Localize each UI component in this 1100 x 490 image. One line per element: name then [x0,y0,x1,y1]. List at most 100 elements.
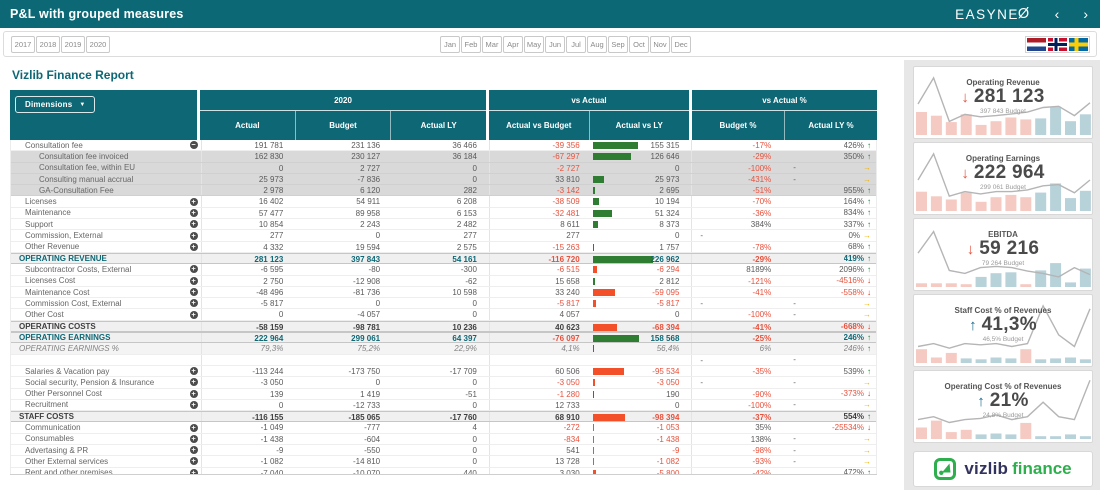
row-label-cell[interactable]: Consulting manual accrual [11,174,201,184]
expand-icon[interactable]: + [189,220,198,229]
actual-ly-pct-value: - [793,355,796,365]
row-label-cell[interactable]: OPERATING COSTS [11,322,201,331]
expand-icon[interactable]: + [189,276,198,285]
row-label-cell[interactable]: Licenses Cost + [11,276,201,286]
row-label-cell[interactable]: Consultation fee invoiced [11,151,201,161]
row-label-cell[interactable] [11,355,201,365]
column-header[interactable]: Actual vs LY [590,111,690,140]
expand-icon[interactable]: + [189,378,198,387]
row-label-cell[interactable]: Other Revenue + [11,242,201,252]
budget-cell: -185 065 [348,413,381,422]
month-button-feb[interactable]: Feb [461,36,481,53]
month-button-apr[interactable]: Apr [503,36,523,53]
month-button-jul[interactable]: Jul [566,36,586,53]
expand-icon[interactable]: + [189,468,198,474]
row-label-cell[interactable]: OPERATING REVENUE [11,254,201,263]
expand-icon[interactable]: + [189,231,198,240]
row-label-cell[interactable]: Maintenance Cost + [11,287,201,297]
actual-ly-pct-value: 2096% [839,264,864,274]
kpi-budget-subtitle: 397 843 Budget [980,108,1026,115]
expand-icon[interactable]: + [189,197,198,206]
month-button-aug[interactable]: Aug [587,36,607,53]
expand-icon[interactable]: + [189,457,198,466]
expand-icon[interactable]: + [189,389,198,398]
month-button-jan[interactable]: Jan [440,36,460,53]
budget-pct-cell: -431% [691,173,783,185]
month-button-oct[interactable]: Oct [629,36,649,53]
row-label-cell[interactable]: OPERATING EARNINGS % [11,343,201,353]
nl-flag-icon[interactable] [1027,38,1046,51]
budget-pct-cell: 138% [691,433,783,445]
expand-icon[interactable]: + [189,208,198,217]
row-label-cell[interactable]: Social security, Pension & Insurance + [11,377,201,387]
row-label-cell[interactable]: Other External services + [11,456,201,466]
kpi-card-3[interactable]: EBITDA ↓ 59 216 79 264 Budget [913,218,1093,291]
row-label-cell[interactable]: Rent and other premises + [11,468,201,474]
year-button-2018[interactable]: 2018 [36,36,60,53]
column-header[interactable]: Actual LY % [785,111,877,140]
month-button-mar[interactable]: Mar [482,36,502,53]
month-button-may[interactable]: May [524,36,544,53]
expand-icon[interactable]: + [189,367,198,376]
no-flag-icon[interactable] [1048,38,1067,51]
year-button-2020[interactable]: 2020 [86,36,110,53]
negative-bar [592,469,597,474]
actual-vs-ly-cell: 51 324 [592,208,692,218]
expand-icon[interactable]: + [189,400,198,409]
expand-icon[interactable]: + [189,299,198,308]
row-label-cell[interactable]: Other Cost + [11,309,201,319]
row-label-cell[interactable]: Commission, External + [11,230,201,240]
expand-icon[interactable]: + [189,423,198,432]
actual-vs-budget-cell: -67 297 [488,151,592,162]
row-label-cell[interactable]: Licenses + [11,196,201,206]
kpi-card-1[interactable]: Operating Revenue ↓ 281 123 397 843 Budget [913,66,1093,139]
row-label-cell[interactable]: GA-Consultation Fee [11,185,201,195]
row-label-cell[interactable]: Support + [11,219,201,229]
expand-icon[interactable]: + [189,446,198,455]
year-button-2019[interactable]: 2019 [61,36,85,53]
row-label-cell[interactable]: Salaries & Vacation pay + [11,366,201,376]
column-header[interactable]: Budget % [692,111,785,140]
expand-icon[interactable]: + [189,242,198,251]
month-button-sep[interactable]: Sep [608,36,628,53]
row-label-cell[interactable]: Commission Cost, External + [11,298,201,308]
se-flag-icon[interactable] [1069,38,1088,51]
actual-cell: 25 973 [200,173,296,185]
dimensions-dropdown[interactable]: Dimensions ▼ [15,96,96,113]
expand-icon[interactable]: + [189,288,198,296]
expand-icon[interactable]: + [189,434,198,443]
actual-vs-ly-cell: 0 [592,230,692,240]
row-label-cell[interactable]: Subcontractor Costs, External + [11,264,201,274]
column-header[interactable]: Actual vs Budget [489,111,590,140]
prev-sheet-icon[interactable]: ‹ [1055,0,1060,28]
row-label-cell[interactable]: Maintenance + [11,208,201,218]
header-group-0: 2020 Actual Budget Actual LY [200,90,489,140]
month-button-nov[interactable]: Nov [650,36,670,53]
negative-bar [592,435,594,443]
next-sheet-icon[interactable]: › [1083,0,1088,28]
row-label-cell[interactable]: Consultation fee − [11,140,201,150]
actual-ly-pct-cell: 350% ↑ [783,151,876,161]
row-label-cell[interactable]: Consultation fee, within EU [11,163,201,173]
expand-icon[interactable]: + [189,310,198,319]
year-button-2017[interactable]: 2017 [11,36,35,53]
kpi-card-2[interactable]: Operating Earnings ↓ 222 964 299 061 Budget [913,142,1093,215]
month-button-jun[interactable]: Jun [545,36,565,53]
row-label-cell[interactable]: OPERATING EARNINGS [11,333,201,342]
row-label: Communication [25,423,81,433]
column-header[interactable]: Actual [200,111,296,140]
row-label-cell[interactable]: Communication + [11,422,201,432]
kpi-card-5[interactable]: Operating Cost % of Revenues ↑ 21% 24,8% Bu… [913,370,1093,443]
row-label-cell[interactable]: Recruitment + [11,400,201,410]
kpi-card-4[interactable]: Staff Cost % of Revenues ↑ 41,3% 46,5% Budg… [913,294,1093,367]
actual-ly-cell: 36 466 [452,141,477,150]
column-header[interactable]: Actual LY [391,111,486,140]
expand-icon[interactable]: + [189,265,198,274]
month-button-dec[interactable]: Dec [671,36,691,53]
row-label-cell[interactable]: STAFF COSTS [11,412,201,421]
row-label-cell[interactable]: Other Personnel Cost + [11,389,201,399]
collapse-icon[interactable]: − [189,141,198,150]
column-header[interactable]: Budget [296,111,392,140]
row-label-cell[interactable]: Advertasing & PR + [11,445,201,455]
row-label-cell[interactable]: Consumables + [11,434,201,444]
